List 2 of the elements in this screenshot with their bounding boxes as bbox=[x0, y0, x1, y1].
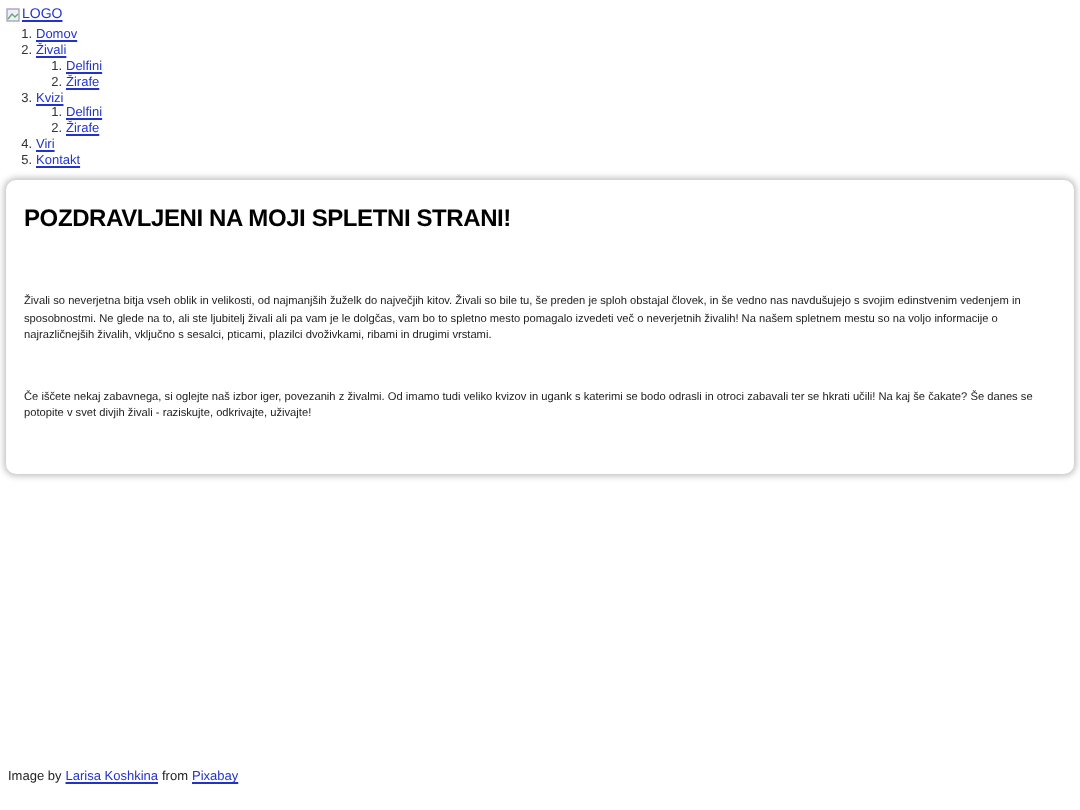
page-heading: POZDRAVLJENI NA MOJI SPLETNI STRANI! bbox=[24, 204, 513, 233]
broken-image-icon bbox=[6, 7, 20, 21]
